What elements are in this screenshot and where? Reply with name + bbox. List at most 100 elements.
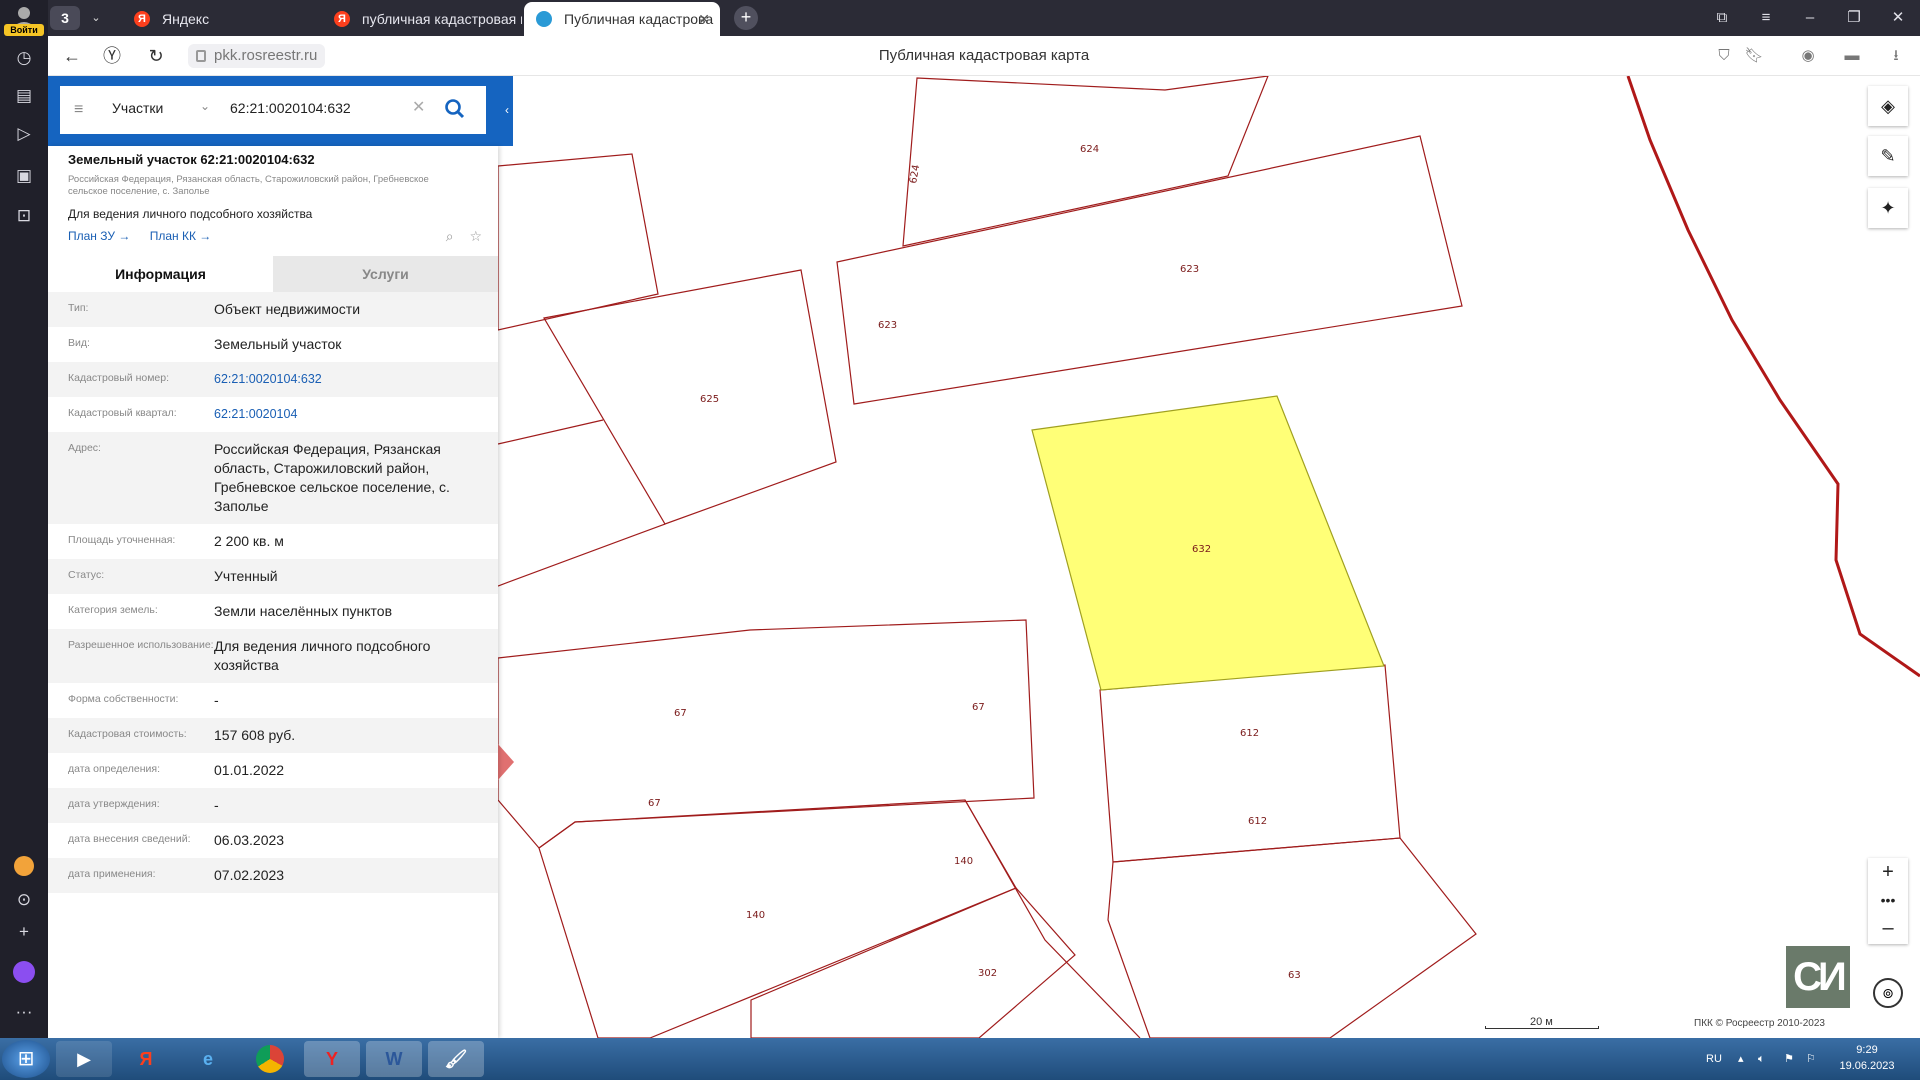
attr-value: - bbox=[214, 797, 219, 813]
object-address: Российская Федерация, Рязанская область,… bbox=[68, 174, 429, 197]
cadastral-quarter-link[interactable]: 62:21:0020104 bbox=[214, 405, 482, 424]
attr-row: Статус: Учтенный bbox=[48, 559, 498, 594]
paint-icon[interactable]: 🖌︎ bbox=[428, 1041, 484, 1077]
zoom-in-button[interactable]: + bbox=[1868, 858, 1908, 886]
language-indicator[interactable]: RU bbox=[1706, 1038, 1722, 1080]
zoom-to-icon[interactable]: ⌕ bbox=[446, 228, 454, 244]
tray-expand-icon[interactable]: ▴ bbox=[1738, 1038, 1744, 1080]
search-input[interactable]: 62:21:0020104:632 bbox=[230, 100, 351, 116]
downloads-panel-icon[interactable]: ▬ bbox=[1840, 44, 1864, 68]
tab-label: публичная кадастровая к bbox=[362, 11, 522, 27]
ie-icon[interactable]: e bbox=[180, 1041, 236, 1077]
zoom-out-button[interactable]: – bbox=[1868, 914, 1908, 942]
media-player-icon[interactable]: ▶ bbox=[56, 1041, 112, 1077]
clear-icon[interactable]: ✕ bbox=[412, 97, 425, 117]
attr-row: Форма собственности: - bbox=[48, 683, 498, 718]
layers-icon[interactable]: ◈ bbox=[1868, 86, 1908, 126]
collections-icon[interactable]: ▤ bbox=[8, 80, 40, 112]
start-button[interactable]: ⊞ bbox=[2, 1040, 50, 1078]
chevron-down-icon[interactable]: ⌄ bbox=[200, 99, 210, 113]
login-button[interactable]: Войти bbox=[4, 4, 44, 36]
parcel-624[interactable] bbox=[902, 76, 1269, 247]
crosshair-icon[interactable]: ✦ bbox=[1868, 188, 1908, 228]
parcel-63[interactable] bbox=[1107, 837, 1477, 1038]
panel-pointer bbox=[498, 744, 514, 780]
yandex-home-icon[interactable]: Ⓨ bbox=[98, 42, 126, 70]
parcel-label: 67 bbox=[674, 708, 687, 719]
tab-search[interactable]: Я публичная кадастровая к bbox=[322, 2, 522, 36]
protect-icon[interactable]: ⛉ bbox=[1712, 44, 1736, 68]
chevron-down-icon[interactable]: ⌄ bbox=[84, 6, 108, 30]
flag-icon[interactable]: ⚐ bbox=[1806, 1038, 1816, 1080]
search-icon[interactable] bbox=[442, 96, 468, 122]
info-tabs: Информация Услуги bbox=[48, 256, 498, 292]
yandex-app-icon[interactable]: Я bbox=[118, 1041, 174, 1077]
new-tab-button[interactable]: + bbox=[734, 6, 758, 30]
parcel-625[interactable] bbox=[543, 269, 837, 525]
back-icon[interactable]: ← bbox=[58, 42, 86, 70]
attributes-table: Тип: Объект недвижимости Вид: Земельный уч… bbox=[48, 292, 498, 893]
zoom-control: + ••• – bbox=[1868, 858, 1908, 944]
close-icon[interactable]: ✕ bbox=[698, 2, 710, 36]
yandex-icon: Я bbox=[334, 11, 350, 27]
close-window-icon[interactable]: ✕ bbox=[1876, 0, 1920, 36]
attr-row: Кадастровый квартал: 62:21:0020104 bbox=[48, 397, 498, 432]
alice-icon[interactable] bbox=[8, 956, 40, 988]
screenshot-icon[interactable]: ⊡ bbox=[8, 200, 40, 232]
copyright: ПКК © Росреестр 2010-2023 bbox=[1694, 1018, 1825, 1029]
yandex-icon: Я bbox=[134, 11, 150, 27]
video-icon[interactable]: ▷ bbox=[8, 118, 40, 150]
clock[interactable]: 9:29 19.06.2023 bbox=[1832, 1042, 1902, 1074]
minimize-icon[interactable]: – bbox=[1788, 0, 1832, 36]
tab-pkk[interactable]: Публичная кадастрова ✕ bbox=[524, 2, 720, 36]
plan-kk-link[interactable]: План КК → bbox=[150, 229, 212, 243]
cadastral-number-link[interactable]: 62:21:0020104:632 bbox=[214, 370, 482, 389]
search-panel: ≡ Участки ⌄ 62:21:0020104:632 ✕ ‹ bbox=[48, 76, 513, 146]
zen-icon[interactable]: ▣ bbox=[8, 160, 40, 192]
search-type-select[interactable]: Участки bbox=[112, 100, 163, 116]
tab-info[interactable]: Информация bbox=[48, 256, 273, 292]
tab-yandex[interactable]: Я Яндекс bbox=[122, 2, 318, 36]
chrome-icon[interactable] bbox=[242, 1041, 298, 1077]
parcel-623[interactable] bbox=[836, 135, 1463, 405]
volume-icon[interactable]: 🔈︎ bbox=[1758, 1038, 1765, 1080]
bookmark-icon[interactable]: 🔖︎ bbox=[1742, 44, 1766, 68]
collapse-panel-button[interactable]: ‹ bbox=[501, 98, 513, 122]
reload-icon[interactable]: ↻ bbox=[142, 42, 170, 70]
word-icon[interactable]: W bbox=[366, 1041, 422, 1077]
attr-key: Площадь уточненная: bbox=[68, 534, 176, 546]
extension-icon[interactable]: ◉ bbox=[1796, 44, 1820, 68]
locate-icon[interactable]: ⊚ bbox=[1873, 978, 1903, 1008]
object-use: Для ведения личного подсобного хозяйства bbox=[68, 207, 313, 221]
basemap-switcher[interactable]: СИ bbox=[1786, 946, 1850, 1008]
restore-icon[interactable]: ❐ bbox=[1832, 0, 1876, 36]
menu-icon[interactable]: ≡ bbox=[1744, 0, 1788, 36]
add-icon[interactable]: + bbox=[8, 916, 40, 948]
tab-count[interactable]: 3 bbox=[50, 6, 80, 30]
parcel-140[interactable] bbox=[538, 799, 1017, 1038]
yandex-browser-icon[interactable]: Y bbox=[304, 1041, 360, 1077]
network-icon[interactable]: ⚑ bbox=[1784, 1038, 1794, 1080]
parcel-67[interactable] bbox=[497, 619, 1035, 849]
attr-value: Учтенный bbox=[214, 568, 278, 584]
attr-value: Российская Федерация, Рязанская область,… bbox=[214, 441, 450, 514]
history-icon[interactable]: ◷ bbox=[8, 42, 40, 74]
parcel-302[interactable] bbox=[750, 887, 1076, 1038]
attr-row: Категория земель: Земли населённых пункто… bbox=[48, 594, 498, 629]
alice-status-icon[interactable]: ⊙ bbox=[8, 884, 40, 916]
parcel-left-top[interactable] bbox=[497, 153, 659, 331]
zoom-more-button[interactable]: ••• bbox=[1868, 886, 1908, 914]
parcel-632-selected[interactable] bbox=[1031, 395, 1385, 691]
bookmarks-icon[interactable]: ⧉ bbox=[1700, 0, 1744, 36]
menu-icon[interactable]: ≡ bbox=[74, 100, 92, 120]
star-icon[interactable]: ☆ bbox=[469, 228, 482, 244]
tab-services[interactable]: Услуги bbox=[273, 256, 498, 292]
ruler-icon[interactable]: ✎ bbox=[1868, 136, 1908, 176]
download-icon[interactable]: ⭳ bbox=[1884, 44, 1908, 68]
more-icon[interactable]: ··· bbox=[8, 996, 40, 1028]
plan-zu-link[interactable]: План ЗУ → bbox=[68, 229, 130, 243]
url-field[interactable]: pkk.rosreestr.ru bbox=[188, 44, 326, 68]
parcel-label: 624 bbox=[1080, 144, 1099, 155]
app-icon[interactable] bbox=[8, 850, 40, 882]
parcel-612[interactable] bbox=[1099, 664, 1401, 863]
